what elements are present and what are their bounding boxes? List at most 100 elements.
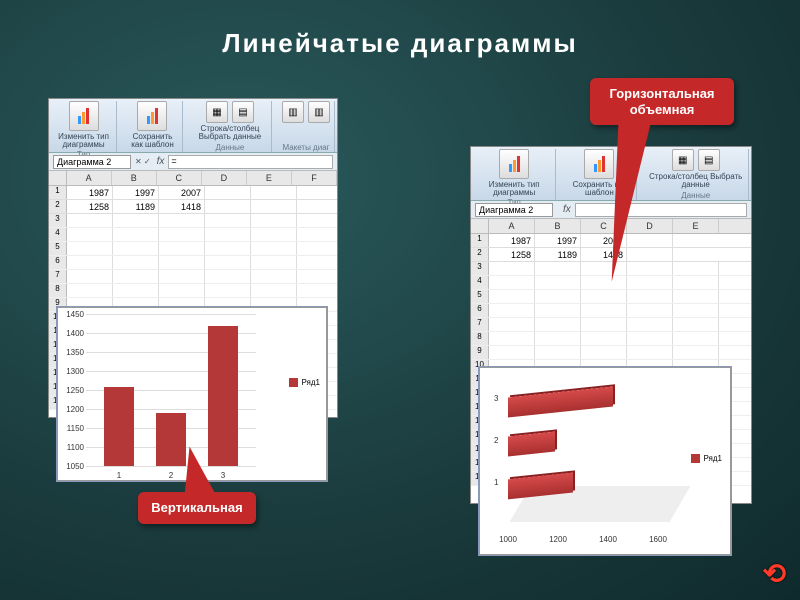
- cell[interactable]: [113, 270, 159, 283]
- cell[interactable]: [205, 214, 251, 227]
- name-box[interactable]: Диаграмма 2: [53, 155, 131, 169]
- cell[interactable]: [673, 346, 719, 359]
- select-all-corner[interactable]: [471, 219, 489, 233]
- cell[interactable]: [489, 276, 535, 289]
- cell[interactable]: 1258: [489, 248, 535, 261]
- cell[interactable]: [113, 242, 159, 255]
- cell[interactable]: [673, 276, 719, 289]
- cell[interactable]: [535, 276, 581, 289]
- row-header[interactable]: 2: [471, 248, 489, 261]
- cell[interactable]: 1189: [535, 248, 581, 261]
- cell[interactable]: [581, 290, 627, 303]
- cell[interactable]: [251, 228, 297, 241]
- cell[interactable]: [581, 304, 627, 317]
- column-header[interactable]: E: [673, 219, 719, 233]
- save-template-button[interactable]: [584, 149, 614, 179]
- cell[interactable]: [251, 284, 297, 297]
- cell[interactable]: [535, 332, 581, 345]
- row-header[interactable]: 8: [49, 284, 67, 297]
- cell[interactable]: [205, 256, 251, 269]
- cell[interactable]: [627, 346, 673, 359]
- cell[interactable]: [205, 270, 251, 283]
- cell[interactable]: 1189: [113, 200, 159, 213]
- cell[interactable]: [673, 290, 719, 303]
- cell[interactable]: [251, 270, 297, 283]
- cell[interactable]: [205, 284, 251, 297]
- column-header[interactable]: B: [535, 219, 581, 233]
- row-header[interactable]: 1: [49, 186, 67, 199]
- cell[interactable]: [159, 256, 205, 269]
- cell[interactable]: [67, 284, 113, 297]
- formula-input[interactable]: [575, 203, 747, 217]
- cell[interactable]: [627, 332, 673, 345]
- change-chart-type-button[interactable]: [499, 149, 529, 179]
- row-header[interactable]: 4: [49, 228, 67, 241]
- cell[interactable]: 2007: [159, 186, 205, 199]
- change-chart-type-button[interactable]: [69, 101, 99, 131]
- cell[interactable]: [159, 242, 205, 255]
- chart-layout-button[interactable]: ▥: [282, 101, 304, 123]
- column-header[interactable]: B: [112, 171, 157, 185]
- cell[interactable]: [627, 290, 673, 303]
- cell[interactable]: [535, 304, 581, 317]
- cell[interactable]: 1997: [535, 234, 581, 247]
- column-header[interactable]: A: [489, 219, 535, 233]
- embedded-chart-horizontal-3d[interactable]: 3 2 1 1000 1200 1400 1600 Ряд1: [479, 367, 731, 555]
- cell[interactable]: [113, 284, 159, 297]
- row-header[interactable]: 1: [471, 234, 489, 247]
- column-header[interactable]: F: [292, 171, 337, 185]
- cell[interactable]: [581, 332, 627, 345]
- row-header[interactable]: 6: [471, 304, 489, 317]
- select-data-button[interactable]: ▤: [232, 101, 254, 123]
- cell[interactable]: [67, 242, 113, 255]
- cell[interactable]: [627, 304, 673, 317]
- cell[interactable]: [251, 242, 297, 255]
- cell[interactable]: [67, 270, 113, 283]
- cell[interactable]: [673, 332, 719, 345]
- row-header[interactable]: 5: [49, 242, 67, 255]
- row-header[interactable]: 7: [471, 318, 489, 331]
- switch-row-col-button[interactable]: ▦: [672, 149, 694, 171]
- cell[interactable]: 1997: [113, 186, 159, 199]
- cell[interactable]: [251, 186, 297, 199]
- save-template-button[interactable]: [137, 101, 167, 131]
- row-header[interactable]: 6: [49, 256, 67, 269]
- formula-buttons[interactable]: ✕ ✓: [135, 157, 151, 166]
- cell[interactable]: [535, 262, 581, 275]
- cell[interactable]: [535, 346, 581, 359]
- cell[interactable]: [581, 318, 627, 331]
- cell[interactable]: [159, 270, 205, 283]
- column-header[interactable]: A: [67, 171, 112, 185]
- cell[interactable]: [489, 332, 535, 345]
- cell[interactable]: [489, 290, 535, 303]
- row-header[interactable]: 8: [471, 332, 489, 345]
- select-data-button[interactable]: ▤: [698, 149, 720, 171]
- column-header[interactable]: E: [247, 171, 292, 185]
- cell[interactable]: [205, 242, 251, 255]
- cell[interactable]: [489, 262, 535, 275]
- row-header[interactable]: 3: [49, 214, 67, 227]
- cell[interactable]: [159, 284, 205, 297]
- cell[interactable]: [67, 228, 113, 241]
- cell[interactable]: [581, 346, 627, 359]
- column-header[interactable]: D: [202, 171, 247, 185]
- cell[interactable]: [205, 228, 251, 241]
- row-header[interactable]: 3: [471, 262, 489, 275]
- cell[interactable]: [205, 200, 251, 213]
- back-nav-icon[interactable]: ⟲: [763, 557, 786, 590]
- cell[interactable]: [67, 256, 113, 269]
- cell[interactable]: [205, 186, 251, 199]
- cell[interactable]: 1987: [489, 234, 535, 247]
- column-header[interactable]: C: [157, 171, 202, 185]
- cell[interactable]: [251, 200, 297, 213]
- cell[interactable]: 1258: [67, 200, 113, 213]
- cell[interactable]: [113, 214, 159, 227]
- cell[interactable]: [113, 256, 159, 269]
- cell[interactable]: [535, 290, 581, 303]
- chart-layout-button[interactable]: ▥: [308, 101, 330, 123]
- row-header[interactable]: 4: [471, 276, 489, 289]
- cell[interactable]: [673, 262, 719, 275]
- row-header[interactable]: 2: [49, 200, 67, 213]
- cell[interactable]: [67, 214, 113, 227]
- cell[interactable]: [489, 346, 535, 359]
